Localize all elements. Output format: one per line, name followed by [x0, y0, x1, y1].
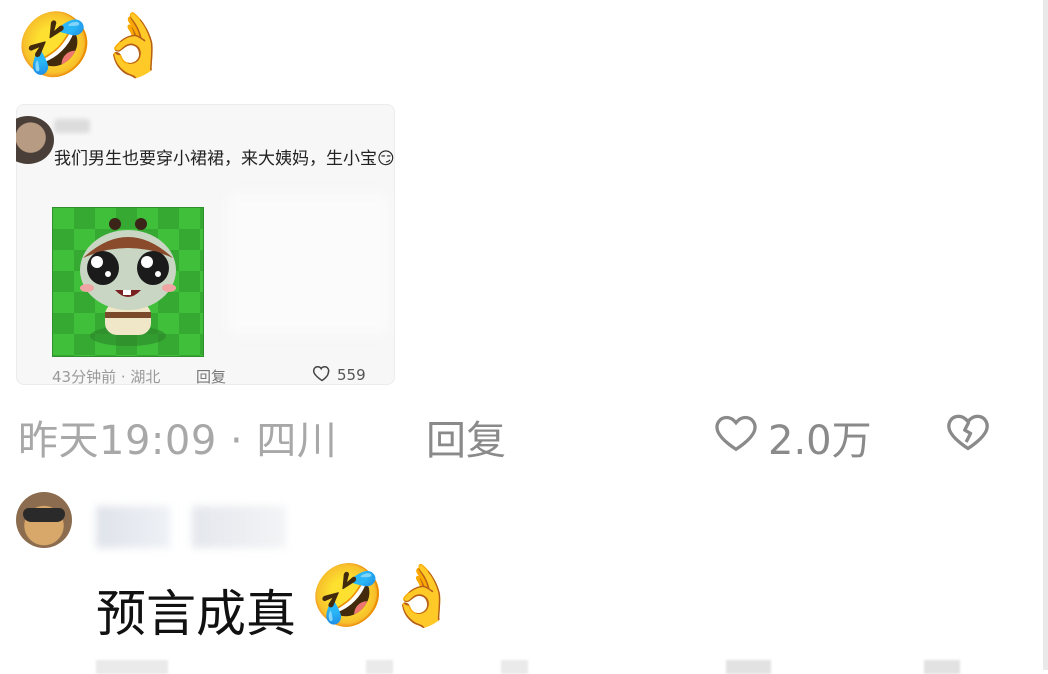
broken-heart-icon[interactable] — [946, 410, 990, 452]
comment-time-location: 昨天19:09 · 四川 — [18, 418, 338, 464]
cutoff-meta-row — [96, 660, 996, 674]
commenter-avatar[interactable] — [16, 492, 72, 548]
embedded-username-blurred — [54, 119, 90, 133]
cartoon-sticker-image — [52, 207, 204, 357]
commenter-name-blurred — [96, 506, 170, 548]
embedded-reply-button: 回复 — [196, 368, 227, 385]
sunglasses-decoration — [23, 508, 65, 522]
embedded-time-location: 43分钟前 · 湖北 — [52, 368, 161, 385]
reply-button[interactable]: 回复 — [426, 408, 506, 466]
heart-outline-icon[interactable] — [714, 412, 758, 452]
embedded-avatar — [16, 116, 54, 164]
embedded-screenshot-image[interactable]: 我们男生也要穿小裙裙，来大姨妈，生小宝😏 43分钟前 · 湖北 回复 559 — [16, 104, 395, 385]
embedded-comment-text: 我们男生也要穿小裙裙，来大姨妈，生小宝😏 — [54, 149, 395, 169]
embedded-blurred-area — [228, 194, 388, 334]
embedded-heart-icon — [312, 365, 330, 382]
page-edge-divider — [1043, 0, 1048, 670]
commenter-tag-blurred — [192, 506, 286, 548]
comment-text: 预言成真 — [96, 585, 296, 643]
like-count: 2.0万 — [768, 418, 872, 464]
comment-emojis: 🤣👌 — [310, 561, 460, 631]
cartoon-character-icon — [80, 218, 176, 346]
embedded-like-count: 559 — [337, 366, 366, 384]
top-comment-emojis: 🤣👌 — [16, 8, 175, 81]
